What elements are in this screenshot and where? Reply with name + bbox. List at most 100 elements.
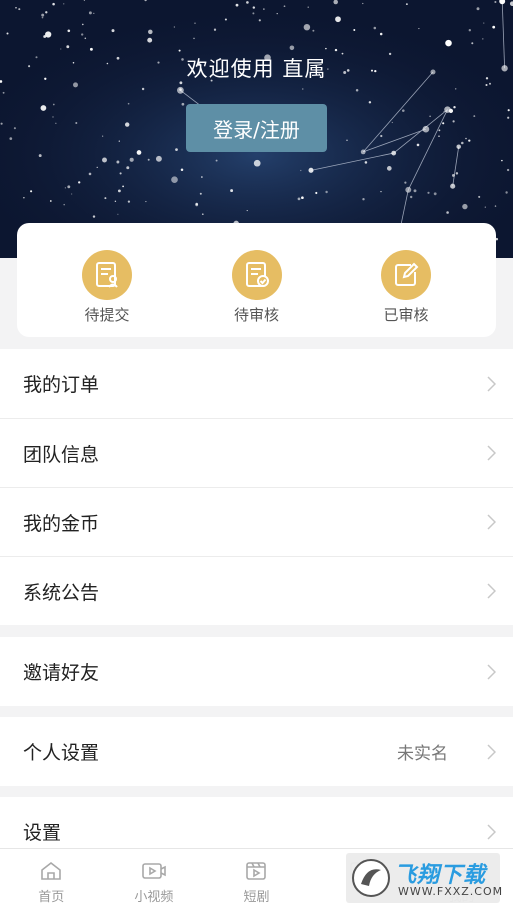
star xyxy=(104,197,107,200)
star xyxy=(119,172,122,175)
star xyxy=(410,195,413,199)
star xyxy=(41,13,45,17)
star xyxy=(446,211,449,214)
tab-short-drama[interactable]: 短剧 xyxy=(205,849,308,913)
star xyxy=(501,159,503,162)
star xyxy=(468,139,471,142)
star xyxy=(473,115,476,118)
status-pending-submit[interactable]: 待提交 xyxy=(62,223,152,337)
star xyxy=(96,166,98,169)
menu-group-main: 我的订单 团队信息 我的金币 系统公告 xyxy=(0,349,513,625)
star xyxy=(155,155,162,162)
star xyxy=(235,3,239,7)
star xyxy=(102,157,107,163)
star xyxy=(360,149,366,155)
star xyxy=(362,2,364,5)
star xyxy=(71,193,73,195)
site-watermark: 飞翔下载 WWW.FXXZ.COM xyxy=(346,853,502,903)
star xyxy=(148,29,153,35)
star xyxy=(114,200,117,202)
tab-home[interactable]: 首页 xyxy=(0,849,103,913)
star xyxy=(88,172,92,176)
star xyxy=(117,189,121,193)
star xyxy=(405,3,408,6)
status-label: 待审核 xyxy=(233,306,279,324)
menu-group-invite: 邀请好友 xyxy=(0,637,513,706)
status-reviewed[interactable]: 已审核 xyxy=(361,223,451,337)
star xyxy=(289,45,295,51)
star xyxy=(438,135,440,137)
menu-item-team-info[interactable]: 团队信息 xyxy=(0,418,513,487)
star xyxy=(194,22,196,25)
star xyxy=(418,28,420,30)
tab-label: 小视频 xyxy=(134,890,174,905)
menu-item-invite-friends[interactable]: 邀请好友 xyxy=(0,637,513,706)
login-register-button[interactable]: 登录/注册 xyxy=(186,104,327,152)
star xyxy=(125,122,130,127)
star xyxy=(52,2,55,6)
star xyxy=(507,116,510,119)
star xyxy=(173,26,176,28)
star xyxy=(380,190,382,193)
star xyxy=(485,83,488,87)
menu-item-announcements[interactable]: 系统公告 xyxy=(0,556,513,625)
star xyxy=(45,11,48,14)
chevron-right-icon xyxy=(487,583,496,599)
star xyxy=(127,102,130,105)
star xyxy=(471,42,474,45)
star xyxy=(92,215,96,218)
star xyxy=(171,176,178,184)
star xyxy=(179,88,182,91)
star xyxy=(55,122,57,124)
star xyxy=(413,189,417,193)
star xyxy=(465,137,467,140)
star xyxy=(283,5,286,8)
star xyxy=(199,192,202,195)
star xyxy=(478,195,481,198)
star xyxy=(335,16,341,23)
menu-item-my-orders[interactable]: 我的订单 xyxy=(0,349,513,418)
menu-item-personal-settings[interactable]: 个人设置 未实名 xyxy=(0,717,513,786)
welcome-text: 欢迎使用 直属 xyxy=(186,57,327,81)
star xyxy=(230,189,234,193)
star xyxy=(438,129,441,132)
star xyxy=(116,160,120,164)
star xyxy=(118,140,120,142)
tab-label: 首页 xyxy=(38,890,65,905)
status-pending-review[interactable]: 待审核 xyxy=(212,223,302,337)
chevron-right-icon xyxy=(487,445,496,461)
star xyxy=(451,173,455,177)
star xyxy=(476,7,480,11)
star xyxy=(201,176,203,178)
star xyxy=(452,120,455,123)
star xyxy=(145,201,147,203)
star xyxy=(433,192,437,196)
star xyxy=(302,88,304,90)
star xyxy=(489,82,491,85)
star xyxy=(307,6,309,8)
star xyxy=(175,148,178,151)
chevron-right-icon xyxy=(487,663,496,680)
menu-item-my-coins[interactable]: 我的金币 xyxy=(0,487,513,556)
video-icon xyxy=(142,863,166,879)
chevron-right-icon xyxy=(487,743,496,760)
star xyxy=(494,0,497,4)
menu-item-label: 我的金币 xyxy=(23,512,100,535)
star xyxy=(63,3,65,5)
star xyxy=(147,37,153,43)
star xyxy=(89,47,93,51)
star xyxy=(9,137,13,140)
star xyxy=(78,181,81,184)
star xyxy=(201,213,204,216)
tab-short-video[interactable]: 小视频 xyxy=(103,849,206,913)
star xyxy=(117,213,119,215)
star xyxy=(15,7,17,9)
star xyxy=(453,106,456,109)
star xyxy=(404,181,407,184)
star xyxy=(111,29,115,33)
star xyxy=(0,122,3,125)
star xyxy=(482,38,484,40)
star xyxy=(461,141,464,145)
star xyxy=(49,200,52,202)
star xyxy=(246,1,249,4)
